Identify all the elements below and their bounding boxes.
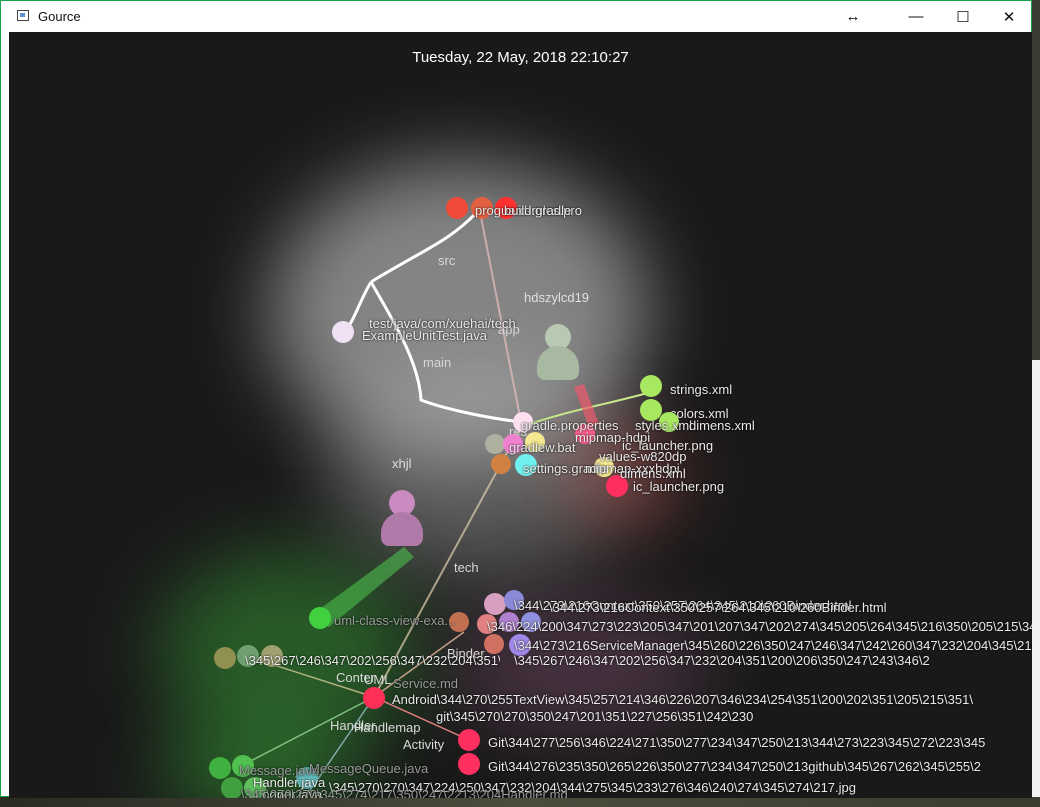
file-label: ExampleUnitTest.java: [362, 328, 487, 343]
directory-label: Handlemap: [354, 720, 421, 735]
file-node[interactable]: [491, 454, 511, 474]
directory-label: main: [423, 355, 452, 370]
background-desktop-bottom: [0, 797, 1040, 807]
file-label: Android\344\270\255TextView\345\257\214\…: [392, 692, 973, 707]
user-name-label: hdszylcd19: [524, 290, 590, 305]
file-label: \346\224\200\347\273\223\205\347\201\207…: [487, 619, 1032, 634]
maximize-button[interactable]: ☐: [940, 1, 986, 32]
file-label: \345\267\246\347\202\256\347\232\204\351…: [245, 653, 500, 668]
file-node[interactable]: [332, 321, 354, 343]
file-label: Service.md: [393, 676, 459, 691]
file-node[interactable]: [209, 757, 231, 779]
directory-label: src: [438, 253, 456, 268]
file-node[interactable]: [446, 197, 468, 219]
directory-label: tech: [454, 560, 479, 575]
file-node[interactable]: [640, 375, 662, 397]
gource-window: Gource ↔ — ☐ ✕ Tuesday, 22 May, 2018 22:…: [0, 0, 1032, 798]
user-name-label: xhjl: [392, 456, 412, 471]
window-title: Gource: [38, 9, 81, 24]
app-icon: [17, 10, 29, 21]
file-label: dimens.xml: [689, 418, 755, 433]
visualization-canvas[interactable]: Tuesday, 22 May, 2018 22:10:27 hdszylcd1…: [9, 32, 1032, 798]
file-node[interactable]: [458, 729, 480, 751]
file-label: \345\267\246\347\202\256\347\232\204\351…: [514, 653, 929, 668]
file-label: git\345\270\270\350\247\201\351\227\256\…: [436, 709, 754, 724]
resize-arrow-icon[interactable]: ↔: [830, 1, 876, 32]
close-button[interactable]: ✕: [986, 1, 1032, 32]
file-label: MessageQueue.java: [309, 761, 429, 776]
file-label: Git\344\276\235\350\265\226\350\277\234\…: [488, 759, 982, 774]
file-node[interactable]: [363, 687, 385, 709]
file-label: Git\344\277\256\346\224\271\350\277\234\…: [488, 735, 986, 750]
minimize-button[interactable]: —: [893, 1, 939, 32]
file-node[interactable]: [458, 753, 480, 775]
file-label: gradlew.bat: [509, 440, 576, 455]
directory-label: UML: [364, 672, 392, 687]
file-label: \344\273\216Context\350\257\264\345\210\…: [549, 600, 887, 615]
file-node[interactable]: [221, 777, 243, 798]
file-label: strings.xml: [670, 382, 733, 397]
file-label: uml-class-view-exa...: [334, 613, 456, 628]
file-label: ic_launcher.png: [633, 479, 725, 494]
title-bar[interactable]: Gource ↔ — ☐ ✕: [1, 1, 1031, 32]
file-label: \344\273\216ServiceManager\345\260\226\3…: [514, 638, 1032, 653]
file-node[interactable]: [214, 647, 236, 669]
file-node[interactable]: [484, 634, 504, 654]
file-node[interactable]: [484, 593, 506, 615]
directory-label: Activity: [403, 737, 445, 752]
current-date-time: Tuesday, 22 May, 2018 22:10:27: [412, 49, 629, 66]
file-label: \345\270\270\345\274\217\350\247\2213\20…: [241, 787, 568, 798]
file-label: build.gradle: [504, 203, 572, 218]
file-node[interactable]: [309, 607, 331, 629]
background-desktop-right: [1032, 360, 1040, 807]
file-node[interactable]: [485, 434, 505, 454]
